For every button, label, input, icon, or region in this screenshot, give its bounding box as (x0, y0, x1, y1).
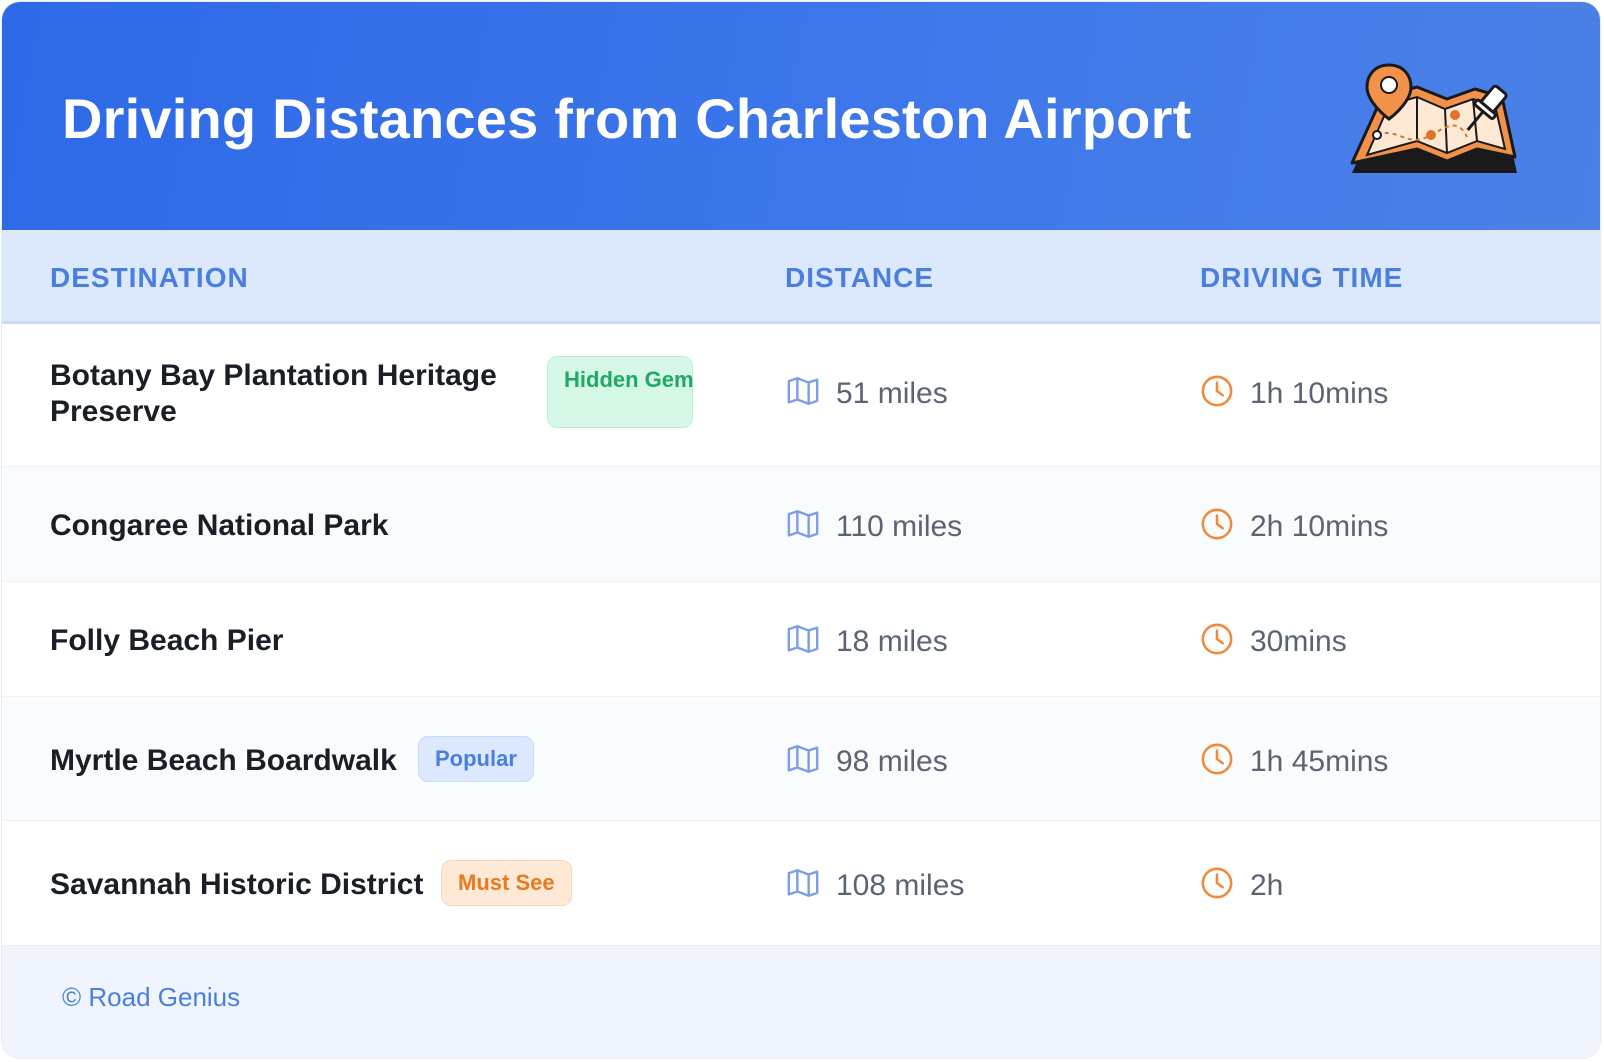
table-row: Botany Bay Plantation Heritage Preserve … (2, 324, 1600, 467)
table-row: Congaree National Park 110 miles 2h 10mi… (2, 467, 1600, 582)
distance-value: 110 miles (836, 510, 963, 543)
column-header-distance: DISTANCE (785, 262, 935, 293)
footer-credit: © Road Genius (62, 982, 241, 1012)
driving-time-value: 30mins (1250, 625, 1347, 658)
clock-icon (1201, 867, 1233, 899)
column-header-destination: DESTINATION (50, 262, 249, 293)
destination-name: Folly Beach Pier (50, 624, 284, 657)
badge-must-see: Must See (441, 860, 572, 906)
destination-name: Myrtle Beach Boardwalk (50, 744, 397, 777)
map-icon (787, 510, 819, 538)
clock-icon (1201, 375, 1233, 407)
map-icon (787, 377, 819, 405)
header-banner: Driving Distances from Charleston Airpor… (2, 2, 1600, 230)
map-icon (787, 869, 819, 897)
distance-value: 18 miles (836, 625, 948, 658)
badge-popular: Popular (418, 736, 534, 782)
clock-icon (1201, 743, 1233, 775)
destination-name: Congaree National Park (50, 509, 389, 542)
distance-value: 51 miles (836, 377, 948, 410)
destination-name: Savannah Historic District (50, 868, 424, 901)
driving-time-value: 2h (1250, 869, 1284, 902)
table-row: Folly Beach Pier 18 miles 30mins (2, 582, 1600, 697)
clock-icon (1201, 623, 1233, 655)
table-row: Savannah Historic District Must See 108 … (2, 821, 1600, 946)
map-icon (787, 745, 819, 773)
table-header: DESTINATION DISTANCE DRIVING TIME (2, 230, 1600, 324)
driving-time-value: 1h 45mins (1250, 745, 1389, 778)
driving-time-value: 2h 10mins (1250, 510, 1389, 543)
distance-table-card: Driving Distances from Charleston Airpor… (2, 2, 1600, 1058)
page-title: Driving Distances from Charleston Airpor… (62, 87, 1192, 150)
badge-hidden-gem: Hidden Gem (547, 356, 694, 428)
column-header-driving-time: DRIVING TIME (1200, 262, 1404, 293)
driving-time-value: 1h 10mins (1250, 377, 1389, 410)
distance-value: 108 miles (836, 869, 965, 902)
map-icon (787, 625, 819, 653)
destination-name: Botany Bay Plantation Heritage Preserve (50, 359, 497, 428)
map-pin-icon (1350, 63, 1517, 173)
distance-value: 98 miles (836, 745, 948, 778)
table-row: Myrtle Beach Boardwalk Popular 98 miles … (2, 697, 1600, 821)
clock-icon (1201, 508, 1233, 540)
footer: © Road Genius (2, 946, 1600, 1058)
